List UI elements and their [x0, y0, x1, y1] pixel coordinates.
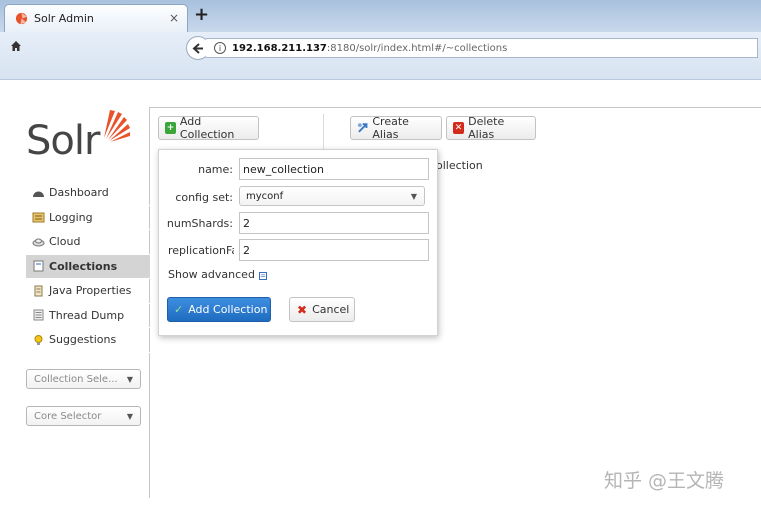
- add-collection-label: Add Collection: [179, 115, 235, 141]
- sidebar-item-java-properties[interactable]: Java Properties: [26, 279, 150, 304]
- collection-selector[interactable]: Collection Sele... ▼: [26, 369, 141, 389]
- replication-factor-row: replicationFactor: 2: [159, 239, 439, 261]
- cancel-button[interactable]: ✖ Cancel: [289, 297, 355, 322]
- logo-text: Solr: [26, 118, 100, 164]
- alias-icon: [357, 123, 368, 133]
- sidebar-item-label: Thread Dump: [49, 308, 125, 322]
- sidebar-item-dashboard[interactable]: Dashboard: [26, 181, 150, 206]
- num-shards-row: numShards: 2: [159, 212, 439, 234]
- name-label: name:: [198, 163, 233, 176]
- config-set-row: config set: myconf ▼: [159, 186, 439, 208]
- cancel-label: Cancel: [312, 303, 350, 316]
- delete-alias-button[interactable]: ✕ Delete Alias: [446, 115, 536, 141]
- address-bar[interactable]: i 192.168.211.137:8180/solr/index.html#/…: [206, 38, 758, 58]
- config-set-select[interactable]: myconf ▼: [239, 186, 425, 206]
- java-properties-icon: [34, 285, 43, 297]
- collection-selector-text: Collection Sele...: [34, 373, 118, 385]
- browser-nav-bar: i 192.168.211.137:8180/solr/index.html#/…: [0, 32, 761, 80]
- cancel-x-icon: ✖: [297, 302, 308, 317]
- num-shards-input[interactable]: 2: [239, 212, 429, 234]
- checkmark-icon: ✓: [174, 303, 184, 316]
- dashboard-icon: [33, 191, 44, 197]
- replication-factor-input[interactable]: 2: [239, 239, 429, 261]
- delete-icon: ✕: [453, 122, 465, 134]
- chevron-down-icon: ▼: [126, 412, 133, 421]
- chevron-down-icon: ▼: [410, 192, 417, 201]
- config-set-value: myconf: [246, 190, 284, 202]
- expand-icon: =: [258, 272, 267, 280]
- browser-tab[interactable]: Solr Admin ×: [4, 4, 188, 32]
- logging-icon: [32, 212, 45, 223]
- sidebar-item-cloud[interactable]: Cloud: [26, 230, 150, 255]
- sidebar-item-thread-dump[interactable]: Thread Dump: [26, 304, 150, 328]
- create-alias-label: Create Alias: [372, 115, 409, 141]
- solr-logo[interactable]: Solr: [26, 108, 136, 166]
- url-host: 192.168.211.137: [232, 42, 327, 54]
- content-top-border: [149, 107, 761, 108]
- plus-icon: +: [165, 122, 176, 134]
- show-advanced-toggle[interactable]: Show advanced =: [168, 268, 267, 281]
- show-advanced-label: Show advanced: [168, 268, 255, 281]
- core-selector[interactable]: Core Selector ▼: [26, 406, 141, 426]
- sidebar-item-collections[interactable]: Collections: [26, 254, 150, 279]
- sidebar-item-label: Suggestions: [49, 333, 117, 347]
- name-input[interactable]: new_collection: [239, 158, 429, 180]
- watermark-text: 知乎 @王文腾: [604, 470, 725, 492]
- name-row: name: new_collection: [159, 158, 439, 180]
- core-selector-text: Core Selector: [34, 410, 102, 422]
- cloud-icon: [32, 238, 45, 247]
- thread-dump-icon: [33, 309, 44, 321]
- tab-title: Solr Admin: [34, 12, 94, 25]
- add-collection-dialog: name: new_collection config set: myconf …: [158, 149, 438, 336]
- suggestions-icon: [34, 334, 43, 345]
- sidebar-item-logging[interactable]: Logging: [26, 206, 150, 230]
- num-shards-label: numShards:: [166, 217, 233, 230]
- sidebar-item-label: Cloud: [49, 235, 81, 249]
- delete-alias-label: Delete Alias: [468, 115, 505, 141]
- replication-factor-label: replicationFactor:: [168, 244, 234, 257]
- sidebar-item-suggestions[interactable]: Suggestions: [26, 328, 150, 353]
- sidebar-item-label: Logging: [49, 210, 93, 224]
- url-path: :8180/solr/index.html#/~collections: [326, 42, 508, 54]
- collection-list-text: ollection: [436, 159, 483, 172]
- sidebar-item-label: Dashboard: [49, 186, 109, 200]
- sidebar-nav: Dashboard Logging Cloud Collections Java…: [26, 181, 150, 353]
- sidebar-item-label: Collections: [49, 259, 118, 273]
- submit-label: Add Collection: [188, 303, 268, 316]
- solr-favicon-icon: [15, 12, 28, 25]
- chevron-down-icon: ▼: [126, 375, 133, 384]
- solr-sun-icon: [104, 110, 130, 142]
- add-collection-button[interactable]: + Add Collection: [158, 115, 259, 141]
- back-arrow-icon: [192, 42, 203, 54]
- create-alias-button[interactable]: Create Alias: [350, 115, 442, 141]
- tab-close-icon[interactable]: ×: [169, 11, 179, 25]
- info-icon[interactable]: i: [214, 42, 226, 54]
- config-set-label: config set:: [175, 191, 233, 204]
- collections-icon: [33, 260, 44, 272]
- toolbar-divider: [323, 114, 324, 150]
- browser-tab-bar: Solr Admin × +: [0, 0, 761, 32]
- home-icon[interactable]: [10, 40, 22, 56]
- submit-add-collection-button[interactable]: ✓ Add Collection: [167, 297, 271, 322]
- sidebar-item-label: Java Properties: [49, 284, 132, 298]
- new-tab-icon[interactable]: +: [194, 6, 209, 24]
